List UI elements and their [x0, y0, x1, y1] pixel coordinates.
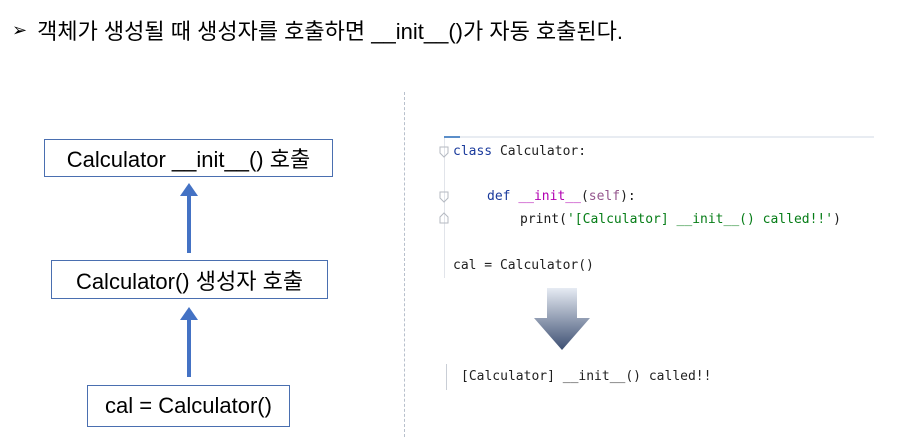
- code-line-print: print('[Calculator] __init__() called!!'…: [520, 212, 841, 227]
- print-string: '[Calculator] __init__() called!!': [566, 212, 834, 227]
- class-name: Calculator:: [492, 144, 587, 159]
- box-init-call-label: Calculator __init__() 호출: [66, 147, 311, 172]
- arrow-down-icon: [534, 288, 590, 350]
- editor-top-border: [444, 136, 874, 138]
- instance-assign: cal = Calculator(): [453, 258, 594, 273]
- console-output-text: [Calculator] __init__() called!!: [461, 369, 712, 384]
- param-self: self: [588, 189, 621, 204]
- box-instance-assign: cal = Calculator(): [87, 385, 290, 427]
- fold-marker-icon: [439, 191, 449, 203]
- output-left-border: [446, 364, 447, 390]
- keyword-def: def: [487, 189, 511, 204]
- divider: [404, 92, 405, 437]
- print-close: ): [833, 212, 841, 227]
- print-call: print(: [520, 212, 567, 227]
- slide-heading: ➢ 객체가 생성될 때 생성자를 호출하면 __init__()가 자동 호출된…: [12, 14, 623, 46]
- paren-open: (: [580, 189, 589, 204]
- fold-marker-icon: [439, 212, 449, 224]
- paren-close: ):: [620, 189, 636, 204]
- heading-text: 객체가 생성될 때 생성자를 호출하면 __init__()가 자동 호출된다.: [37, 19, 623, 44]
- arrow-up-icon: [180, 307, 198, 377]
- arrow-up-icon: [180, 183, 198, 253]
- fold-marker-icon: [439, 146, 449, 158]
- box-constructor-call-label: Calculator() 생성자 호출: [75, 268, 304, 294]
- method-name: __init__: [518, 189, 581, 204]
- code-line-class: class Calculator:: [453, 144, 586, 159]
- code-line-def: def __init__(self):: [487, 189, 636, 204]
- editor-gutter: [444, 138, 445, 278]
- editor-top-accent: [444, 136, 460, 138]
- box-init-call: Calculator __init__() 호출: [44, 139, 333, 177]
- code-line-instance: cal = Calculator(): [453, 258, 594, 273]
- box-constructor-call: Calculator() 생성자 호출: [51, 260, 328, 299]
- keyword-class: class: [453, 144, 493, 159]
- console-output: [Calculator] __init__() called!!: [461, 369, 711, 384]
- box-instance-assign-label: cal = Calculator(): [105, 393, 272, 418]
- bullet-icon: ➢: [12, 19, 28, 40]
